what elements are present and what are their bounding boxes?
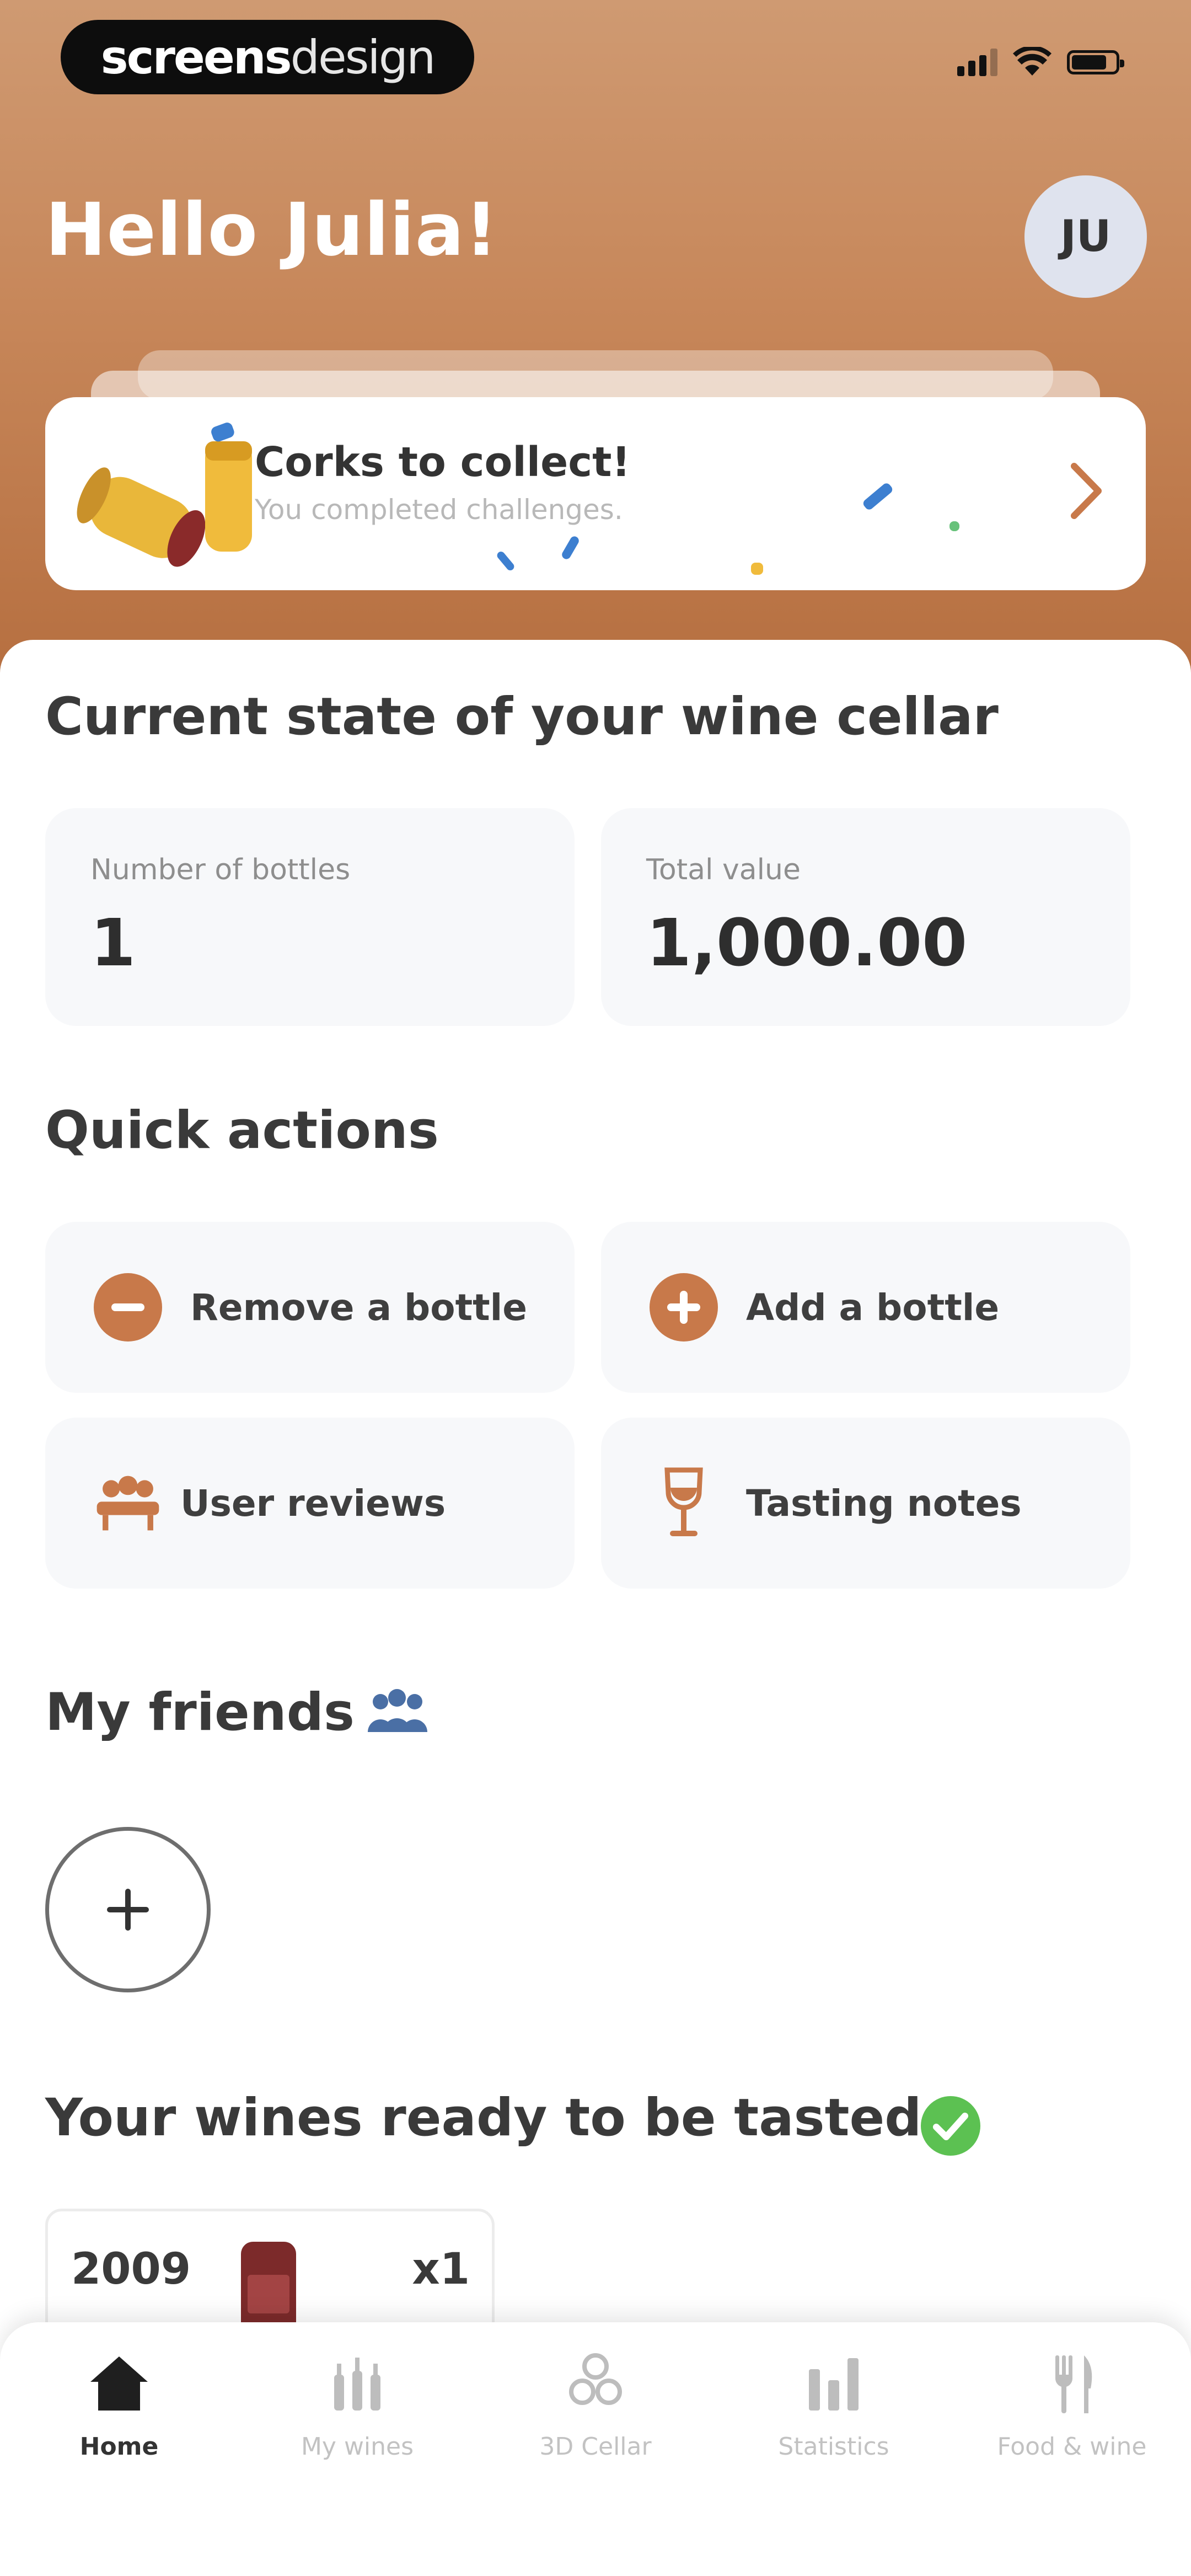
bottles-count-card: Number of bottles 1 <box>45 808 575 1026</box>
friends-group-icon <box>368 1689 427 1732</box>
home-icon <box>90 2356 148 2411</box>
total-value-value: 1,000.00 <box>646 905 968 981</box>
brand-watermark: screens design <box>61 20 474 94</box>
fork-knife-icon <box>1055 2355 1092 2413</box>
tab-home-label: Home <box>79 2433 159 2461</box>
tab-statistics-label: Statistics <box>778 2433 889 2461</box>
check-circle-icon <box>921 2096 980 2156</box>
confetti-decoration <box>751 563 763 575</box>
wine-quantity: x1 <box>412 2244 470 2294</box>
tab-3d-cellar-label: 3D Cellar <box>539 2433 652 2461</box>
cellar-section-title: Current state of your wine cellar <box>45 687 999 747</box>
greeting-title: Hello Julia! <box>45 188 498 272</box>
tab-3d-cellar[interactable]: 3D Cellar <box>476 2344 715 2477</box>
tasting-notes-label: Tasting notes <box>746 1482 1022 1525</box>
cellar-circles-icon <box>569 2353 622 2405</box>
chevron-right-icon <box>1071 463 1102 519</box>
brand-light-text: design <box>290 30 436 84</box>
corks-challenge-banner[interactable]: Corks to collect! You completed challeng… <box>45 397 1146 590</box>
add-bottle-button[interactable]: Add a bottle <box>601 1222 1130 1393</box>
confetti-decoration <box>949 521 959 531</box>
user-reviews-label: User reviews <box>180 1482 446 1525</box>
total-value-card: Total value 1,000.00 <box>601 808 1130 1026</box>
total-value-label: Total value <box>646 853 801 886</box>
battery-icon <box>1067 50 1124 74</box>
brand-bold-text: screens <box>100 30 292 84</box>
friends-section-title: My friends <box>45 1682 355 1743</box>
remove-bottle-button[interactable]: Remove a bottle <box>45 1222 575 1393</box>
wine-vintage: 2009 <box>71 2244 191 2294</box>
confetti-decoration <box>560 535 581 561</box>
confetti-decoration <box>495 550 516 572</box>
banner-subtitle: You completed challenges. <box>255 494 623 526</box>
tab-my-wines-label: My wines <box>301 2433 414 2461</box>
confetti-decoration <box>861 482 894 511</box>
plus-circle-icon <box>648 1271 720 1343</box>
banner-title: Corks to collect! <box>255 439 631 486</box>
bar-chart-icon <box>809 2358 859 2411</box>
user-reviews-button[interactable]: User reviews <box>45 1418 575 1589</box>
corks-illustration-icon <box>77 423 252 567</box>
signal-icon <box>957 48 997 76</box>
add-friend-button[interactable] <box>45 1827 211 1992</box>
tab-statistics[interactable]: Statistics <box>715 2344 953 2477</box>
wifi-icon <box>1013 47 1051 76</box>
bottles-count-label: Number of bottles <box>90 853 351 886</box>
bottles-count-value: 1 <box>90 905 136 981</box>
avatar[interactable]: JU <box>1024 175 1147 298</box>
tab-my-wines[interactable]: My wines <box>238 2344 476 2477</box>
plus-icon <box>107 1889 149 1931</box>
tab-home[interactable]: Home <box>0 2344 238 2477</box>
add-bottle-label: Add a bottle <box>746 1286 1000 1329</box>
tasting-notes-button[interactable]: Tasting notes <box>601 1418 1130 1589</box>
tab-food-wine[interactable]: Food & wine <box>953 2344 1191 2477</box>
wine-glass-icon <box>648 1467 720 1539</box>
wine-bottles-icon <box>334 2358 380 2411</box>
quick-actions-title: Quick actions <box>45 1100 439 1161</box>
remove-bottle-label: Remove a bottle <box>190 1286 528 1329</box>
users-table-icon <box>92 1467 164 1539</box>
minus-circle-icon <box>92 1271 164 1343</box>
status-icons <box>957 47 1124 77</box>
bottom-tab-bar: Home My wines 3D Cellar Statistics Food … <box>0 2322 1191 2576</box>
tab-food-wine-label: Food & wine <box>997 2433 1147 2461</box>
ready-to-taste-title: Your wines ready to be tasted <box>45 2088 922 2148</box>
